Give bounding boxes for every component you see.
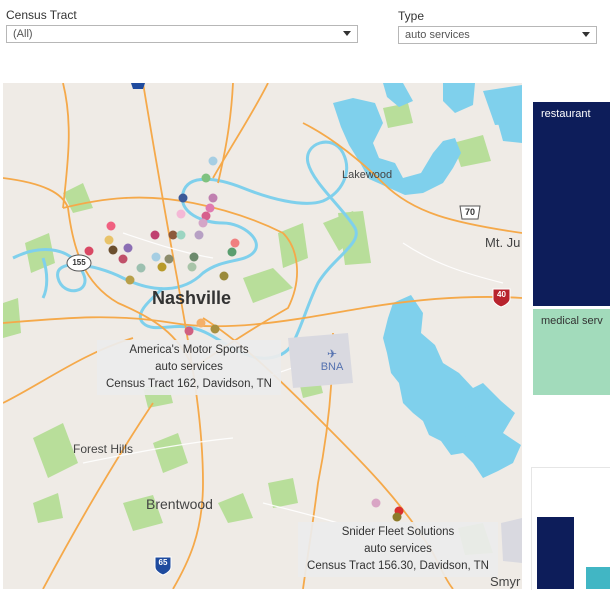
tooltip-business-type: auto services: [155, 361, 223, 373]
census-tract-dropdown[interactable]: (All): [6, 25, 358, 43]
tooltip-business-name: Snider Fleet Solutions: [341, 526, 455, 538]
treemap-tile-restaurant[interactable]: restaurant: [533, 102, 610, 306]
tooltip-business-type: auto services: [364, 543, 432, 555]
tooltip-business-name: America's Motor Sports: [129, 344, 249, 356]
type-dropdown[interactable]: auto services: [398, 26, 597, 44]
airport-label: BNA: [320, 361, 344, 373]
place-label-brentwood: Brentwood: [146, 496, 213, 512]
place-label-forest-hills: Forest Hills: [73, 442, 134, 456]
i65-number: 65: [158, 558, 168, 567]
type-value: auto services: [405, 29, 470, 41]
map-canvas: [3, 83, 522, 589]
airplane-icon: ✈: [326, 347, 338, 361]
bar-navy[interactable]: [537, 517, 574, 589]
tooltip-census-tract: Census Tract 156.30, Davidson, TN: [307, 560, 489, 572]
treemap-tile-label: medical serv: [541, 315, 603, 327]
census-tract-label: Census Tract: [6, 8, 77, 22]
map-view[interactable]: Nashville Lakewood Mt. Ju Forest Hills B…: [3, 83, 522, 589]
city-label: Nashville: [152, 288, 232, 308]
treemap-tile-label: restaurant: [541, 108, 591, 120]
type-label: Type: [398, 9, 425, 23]
i40-number: 40: [497, 290, 506, 299]
tooltip-snider-fleet-solutions: Snider Fleet Solutions auto services Cen…: [298, 522, 498, 577]
sr155-number: 155: [72, 258, 86, 267]
bar-teal[interactable]: [586, 567, 610, 589]
chevron-down-icon: [582, 32, 590, 37]
place-label-mt-juliet: Mt. Ju: [485, 235, 521, 250]
airport-marker: ✈ BNA: [316, 347, 348, 373]
treemap-tile-medical-services[interactable]: medical serv: [533, 309, 610, 395]
us70-number: 70: [464, 207, 475, 217]
place-label-lakewood: Lakewood: [342, 169, 393, 181]
tooltip-americas-motor-sports: America's Motor Sports auto services Cen…: [97, 340, 281, 395]
chevron-down-icon: [343, 31, 351, 36]
tooltip-census-tract: Census Tract 162, Davidson, TN: [106, 378, 272, 390]
census-tract-value: (All): [13, 28, 33, 40]
